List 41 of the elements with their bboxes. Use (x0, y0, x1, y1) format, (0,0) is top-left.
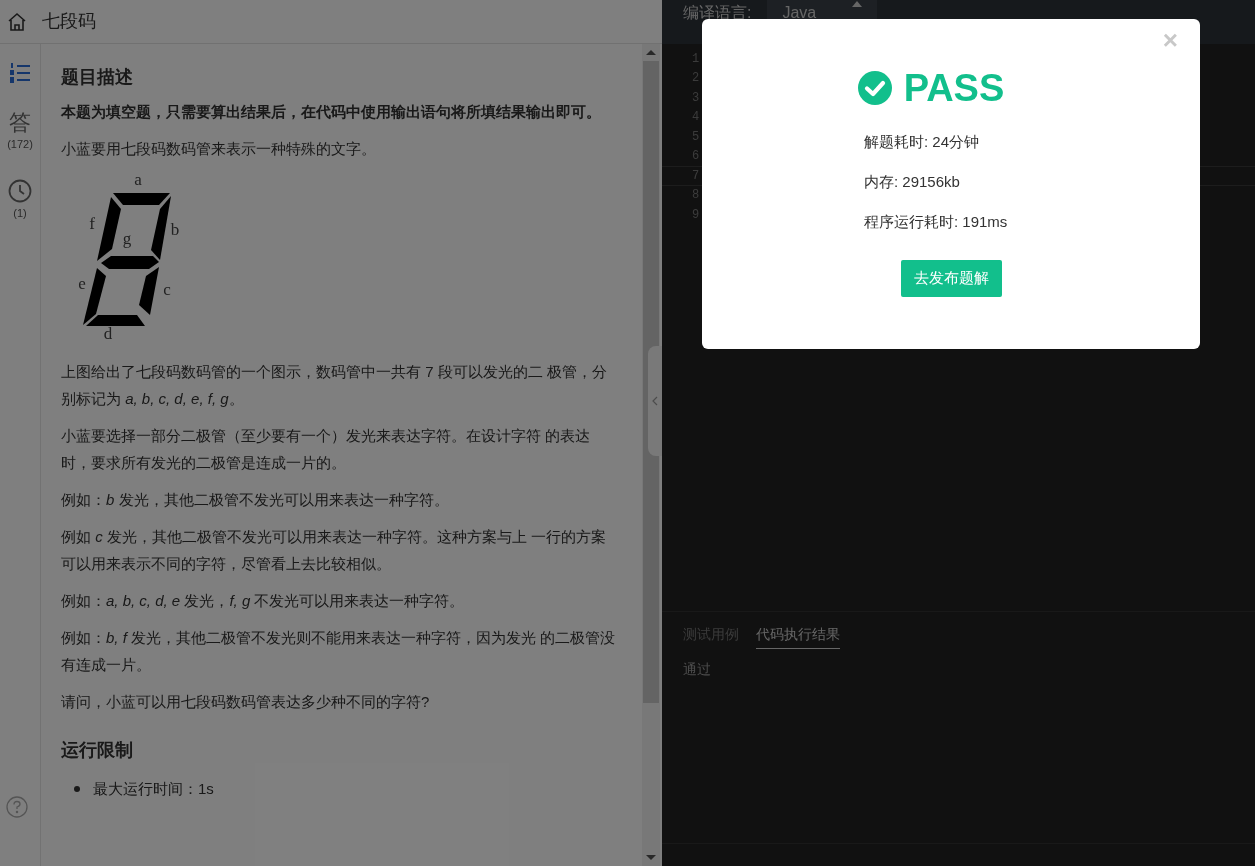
collapse-handle[interactable] (648, 346, 662, 456)
check-circle-icon (857, 71, 892, 105)
paragraph: 例如 c 发光，其他二极管不发光可以用来表达一种字符。这种方案与上 一行的方案可以用来表示不同的字符，尽管看上去比较相似。 (61, 527, 607, 574)
home-icon[interactable] (7, 11, 27, 32)
paragraph: 例如：a, b, c, d, e 发光，f, g 不发光可以用来表达一种字符。 (61, 591, 466, 611)
paragraph: 请问，小蓝可以用七段码数码管表达多少种不同的字符? (61, 692, 431, 712)
stat-text: 内存: 29156kb (864, 172, 961, 192)
help-icon[interactable] (6, 796, 28, 818)
history-count: (1) (13, 205, 27, 221)
scrollbar[interactable] (642, 44, 660, 866)
instruction-text: 本题为填空题，只需要算出结果后，在代码中使用输出语句将所填结果输出即可。 (61, 102, 602, 122)
segment-label: e (78, 274, 86, 293)
segment-label: b (170, 220, 180, 239)
paragraph: 小蓝要选择一部分二极管（至少要有一个）发光来表达字符。在设计字符 的表达时，要求所有发光的二极管是连成一片的。 (61, 426, 592, 473)
answer-count: (172) (7, 137, 33, 152)
stat-text: 程序运行耗时: 191ms (864, 212, 1008, 232)
stat-text: 解题耗时: 24分钟 (864, 132, 981, 152)
segment-label: a (134, 172, 142, 189)
section-heading: 运行限制 (61, 739, 134, 762)
answers-tab[interactable]: 答 (9, 110, 31, 136)
clock-icon[interactable] (8, 178, 32, 203)
list-item: 最大运行时间：1s (93, 779, 214, 799)
page-title: 七段码 (42, 10, 96, 33)
segment-label: g (122, 229, 132, 248)
section-heading: 题目描述 (61, 66, 134, 89)
segment-label: d (103, 324, 113, 343)
result-tab[interactable]: 代码执行结果 (756, 624, 840, 649)
chevron-left-icon (652, 396, 658, 406)
paragraph: 小蓝要用七段码数码管来表示一种特殊的文字。 (61, 139, 377, 159)
close-button[interactable]: × (1162, 27, 1178, 53)
language-label: 编译语言: (683, 3, 752, 23)
paragraph: 例如：b 发光，其他二极管不发光可以用来表达一种字符。 (61, 490, 450, 510)
paragraph: 例如：b, f 发光，其他二极管不发光则不能用来表达一种字符，因为发光 的二极管没有连成一片。 (61, 628, 617, 675)
pass-status: PASS (903, 69, 1005, 107)
bullet-icon (74, 785, 80, 792)
segment-label: c (163, 280, 171, 299)
publish-solution-button[interactable]: 去发布题解 (900, 260, 1002, 297)
paragraph: 上图给出了七段码数码管的一个图示，数码管中一共有 7 段可以发光的二 极管，分别标记为 a, b, c, d, e, f, g。 (61, 362, 608, 409)
segment-label: f (89, 214, 95, 233)
output-text: 通过 (683, 660, 712, 679)
numbered-list-icon[interactable] (9, 62, 31, 84)
